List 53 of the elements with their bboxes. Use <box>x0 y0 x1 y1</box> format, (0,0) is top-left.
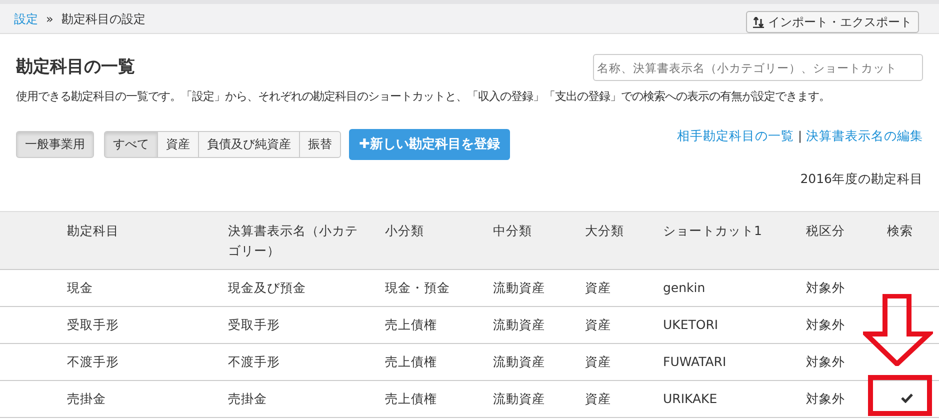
column-header: 中分類 <box>493 223 532 238</box>
table-cell: 売掛金 <box>228 390 267 406</box>
table-cell: genkin <box>663 280 706 295</box>
column-header: 検索 <box>887 223 913 238</box>
table-cell: 現金 <box>67 280 93 295</box>
table-cell: 対象外 <box>806 316 845 332</box>
table-cell: 流動資産 <box>493 316 545 332</box>
column-header: 決算書表示名（小カテゴリー） <box>228 223 358 258</box>
filter-tab[interactable]: 資産 <box>157 131 199 158</box>
search-field[interactable]: 名称、決算書表示名（小カテゴリー）、ショートカット <box>593 54 923 81</box>
column-header: 小分類 <box>385 223 424 238</box>
table-cell: 流動資産 <box>493 354 545 369</box>
page-title: 勘定科目の一覧 <box>16 57 135 78</box>
table-cell: 資産 <box>585 316 611 332</box>
column-header: 税区分 <box>806 223 845 238</box>
table-cell: 売上債権 <box>385 354 437 369</box>
import-export-button[interactable]: インポート・エクスポート <box>746 11 919 33</box>
table-cell: 不渡手形 <box>67 354 119 369</box>
industry-button[interactable]: 一般事業用 <box>16 131 94 158</box>
year-label: 2016年度の勘定科目 <box>800 171 923 186</box>
column-header: 勘定科目 <box>67 223 119 238</box>
filter-tab[interactable]: 負債及び純資産 <box>198 131 300 158</box>
link[interactable]: 相手勘定科目の一覧 <box>676 126 794 146</box>
table-cell: 対象外 <box>806 354 845 369</box>
highlight-box <box>868 375 932 416</box>
table-cell: 不渡手形 <box>228 354 280 369</box>
table-cell: 流動資産 <box>493 280 545 295</box>
table-cell: 受取手形 <box>228 316 280 332</box>
breadcrumb-current: 勘定科目の設定 <box>61 10 146 28</box>
link-separator: | <box>798 128 802 145</box>
table-cell: 対象外 <box>806 390 845 406</box>
table-cell: 現金及び預金 <box>228 280 306 295</box>
table-cell: 売上債権 <box>385 390 437 406</box>
table-cell: FUWATARI <box>663 354 726 369</box>
table-cell: 対象外 <box>806 280 845 295</box>
table-cell: URIKAKE <box>663 390 718 406</box>
table-cell: UKETORI <box>663 316 718 332</box>
column-header: ショートカット1 <box>663 223 762 238</box>
table-cell: 資産 <box>585 390 611 406</box>
table-cell: 受取手形 <box>67 316 119 332</box>
table-cell: 資産 <box>585 354 611 369</box>
column-header: 大分類 <box>585 223 624 238</box>
filter-tab[interactable]: すべて <box>104 131 158 158</box>
table-cell: 資産 <box>585 280 611 295</box>
table-cell: 売掛金 <box>67 390 106 406</box>
table-cell: 売上債権 <box>385 316 437 332</box>
description: 使用できる勘定科目の一覧です。「設定」から、それぞれの勘定科目のショートカットと、「収入の登録」「支出の登録」での検索への表示の有無が設定できます。 <box>16 89 831 105</box>
table-cell: 流動資産 <box>493 390 545 406</box>
link[interactable]: 決算書表示名の編集 <box>806 126 923 146</box>
sort-arrows-icon <box>753 16 764 28</box>
breadcrumb-separator: » <box>46 10 54 28</box>
filter-tab[interactable]: 振替 <box>299 131 341 158</box>
table-cell: 現金・預金 <box>385 280 450 295</box>
